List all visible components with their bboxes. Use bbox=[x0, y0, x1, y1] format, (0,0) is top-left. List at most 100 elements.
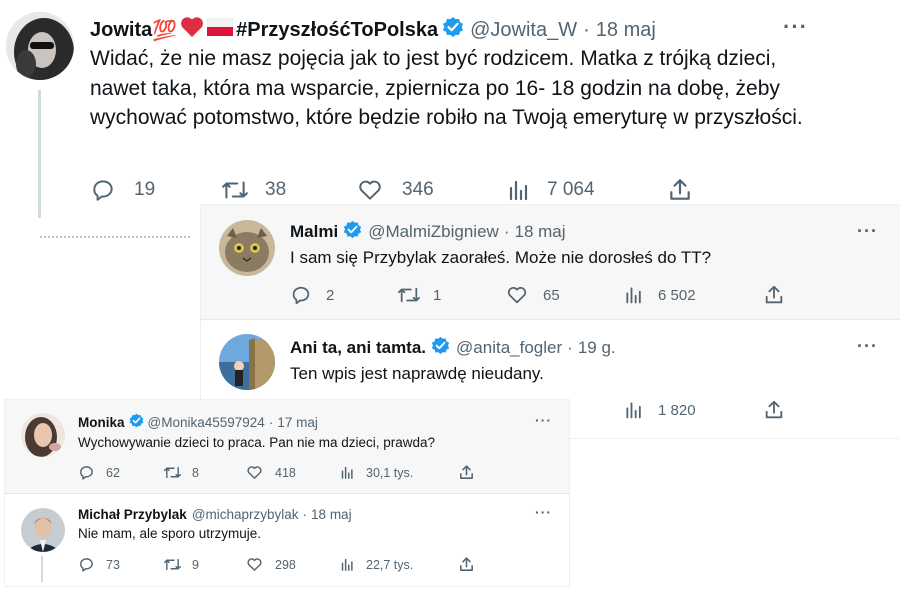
tweet-text: Widać, że nie masz pojęcia jak to jest b… bbox=[90, 47, 803, 129]
reply-count: 2 bbox=[326, 286, 335, 304]
reply-icon bbox=[78, 556, 95, 573]
reply-button[interactable]: 73 bbox=[78, 556, 120, 573]
emoji-100: 💯 bbox=[152, 19, 178, 42]
share-icon bbox=[458, 464, 475, 481]
share-button[interactable] bbox=[667, 177, 693, 203]
heart-icon bbox=[180, 16, 204, 44]
share-icon bbox=[763, 399, 785, 421]
views-count: 1 820 bbox=[658, 401, 696, 419]
tweet-text: Nie mam, ale sporo utrzymuje. bbox=[78, 526, 262, 541]
tweet-text: I sam się Przybylak zaorałeś. Może nie d… bbox=[290, 248, 712, 267]
tweet-header: Michał Przybylak @michaprzybylak · 18 ma… bbox=[78, 505, 352, 523]
views-count: 30,1 tys. bbox=[366, 465, 414, 480]
avatar-malmi[interactable] bbox=[219, 220, 275, 276]
avatar-monika[interactable] bbox=[21, 413, 65, 457]
reply-count: 62 bbox=[106, 465, 120, 480]
author-handle[interactable]: @Monika45597924 bbox=[148, 415, 265, 430]
separator: · bbox=[583, 18, 590, 41]
share-button[interactable] bbox=[763, 284, 785, 306]
views-icon bbox=[340, 556, 355, 573]
author-name[interactable]: Jowita bbox=[90, 19, 152, 42]
tweet-malmi[interactable]: Malmi @MalmiZbigniew · 18 maj ··· I sam … bbox=[201, 205, 900, 320]
reply-button[interactable]: 2 bbox=[290, 284, 334, 306]
reply-icon bbox=[90, 177, 116, 203]
share-icon bbox=[458, 556, 475, 573]
reply-button[interactable]: 19 bbox=[90, 177, 155, 203]
retweet-icon bbox=[397, 284, 421, 306]
hashtag[interactable]: #PrzyszłośćToPolska bbox=[236, 19, 438, 42]
tweet-text: Ten wpis jest naprawdę nieudany. bbox=[290, 364, 544, 383]
reply-count: 73 bbox=[106, 557, 120, 572]
share-icon bbox=[667, 177, 693, 203]
retweet-icon bbox=[163, 556, 182, 573]
views-count: 22,7 tys. bbox=[366, 557, 414, 572]
views-button[interactable]: 22,7 tys. bbox=[340, 556, 413, 573]
like-count: 346 bbox=[402, 179, 434, 200]
like-button[interactable]: 346 bbox=[357, 177, 434, 203]
retweet-button[interactable]: 1 bbox=[397, 284, 441, 306]
avatar-jowita[interactable] bbox=[6, 12, 74, 80]
retweet-button[interactable]: 9 bbox=[163, 556, 199, 573]
tweet-header: Monika @Monika45597924 · 17 maj bbox=[78, 413, 318, 431]
thread-line bbox=[41, 556, 43, 582]
more-options-icon[interactable]: ··· bbox=[857, 336, 878, 357]
author-handle[interactable]: @Jowita_W bbox=[470, 19, 577, 42]
reply-button[interactable]: 62 bbox=[78, 464, 120, 481]
separator: · bbox=[567, 338, 573, 357]
more-options-icon[interactable]: ··· bbox=[535, 504, 552, 520]
share-button[interactable] bbox=[458, 464, 475, 481]
tweet-date[interactable]: 18 maj bbox=[596, 19, 656, 42]
author-name[interactable]: Monika bbox=[78, 415, 125, 430]
separator: · bbox=[302, 506, 308, 522]
like-count: 298 bbox=[275, 557, 296, 572]
author-handle[interactable]: @michaprzybylak bbox=[192, 507, 299, 522]
share-icon bbox=[763, 284, 785, 306]
avatar-anita[interactable] bbox=[219, 334, 275, 390]
tweet-jowita[interactable]: Jowita 💯 #PrzyszłośćToPolska @Jowita_W ·… bbox=[0, 0, 835, 240]
retweet-count: 1 bbox=[433, 286, 442, 304]
retweet-button[interactable]: 38 bbox=[221, 177, 286, 203]
author-name[interactable]: Malmi bbox=[290, 222, 338, 242]
verified-badge-icon bbox=[442, 16, 464, 44]
tweet-przybylak[interactable]: Michał Przybylak @michaprzybylak · 18 ma… bbox=[5, 494, 569, 586]
tweet-text: Wychowywanie dzieci to praca. Pan nie ma… bbox=[78, 435, 436, 450]
share-button[interactable] bbox=[458, 556, 475, 573]
author-handle[interactable]: @anita_fogler bbox=[456, 338, 562, 358]
tweet-monika[interactable]: Monika @Monika45597924 · 17 maj ··· Wych… bbox=[5, 400, 569, 494]
views-button[interactable]: 7 064 bbox=[507, 177, 595, 203]
like-button[interactable]: 298 bbox=[246, 556, 296, 573]
like-button[interactable]: 418 bbox=[246, 464, 296, 481]
like-count: 65 bbox=[543, 286, 560, 304]
views-button[interactable]: 30,1 tys. bbox=[340, 464, 413, 481]
like-count: 418 bbox=[275, 465, 296, 480]
author-handle[interactable]: @MalmiZbigniew bbox=[368, 222, 499, 242]
avatar-przybylak[interactable] bbox=[21, 508, 65, 552]
views-icon bbox=[624, 399, 644, 421]
like-icon bbox=[357, 177, 383, 203]
tweet-date[interactable]: 18 maj bbox=[514, 222, 565, 242]
reply-icon bbox=[78, 464, 95, 481]
thread-line bbox=[38, 90, 41, 218]
views-icon bbox=[507, 177, 531, 203]
tweet-date[interactable]: 17 maj bbox=[277, 415, 318, 430]
more-options-icon[interactable]: ··· bbox=[535, 412, 552, 428]
more-options-icon[interactable]: ··· bbox=[783, 14, 808, 40]
tweet-header: Jowita 💯 #PrzyszłośćToPolska @Jowita_W ·… bbox=[90, 16, 656, 44]
tweet-header: Malmi @MalmiZbigniew · 18 maj bbox=[290, 220, 566, 244]
verified-badge-icon bbox=[343, 220, 362, 244]
tweet-date[interactable]: 18 maj bbox=[311, 507, 352, 522]
views-button[interactable]: 6 502 bbox=[624, 284, 696, 306]
views-button[interactable]: 1 820 bbox=[624, 399, 696, 421]
more-options-icon[interactable]: ··· bbox=[857, 221, 878, 242]
retweet-count: 8 bbox=[192, 465, 199, 480]
like-button[interactable]: 65 bbox=[506, 284, 560, 306]
author-name[interactable]: Ani ta, ani tamta. bbox=[290, 338, 426, 358]
retweet-button[interactable]: 8 bbox=[163, 464, 199, 481]
retweet-icon bbox=[221, 177, 249, 203]
tweet-date[interactable]: 19 g. bbox=[578, 338, 616, 358]
author-name[interactable]: Michał Przybylak bbox=[78, 507, 187, 522]
poland-flag-icon bbox=[206, 17, 234, 42]
retweet-icon bbox=[163, 464, 182, 481]
share-button[interactable] bbox=[763, 399, 785, 421]
separator: · bbox=[503, 222, 510, 241]
